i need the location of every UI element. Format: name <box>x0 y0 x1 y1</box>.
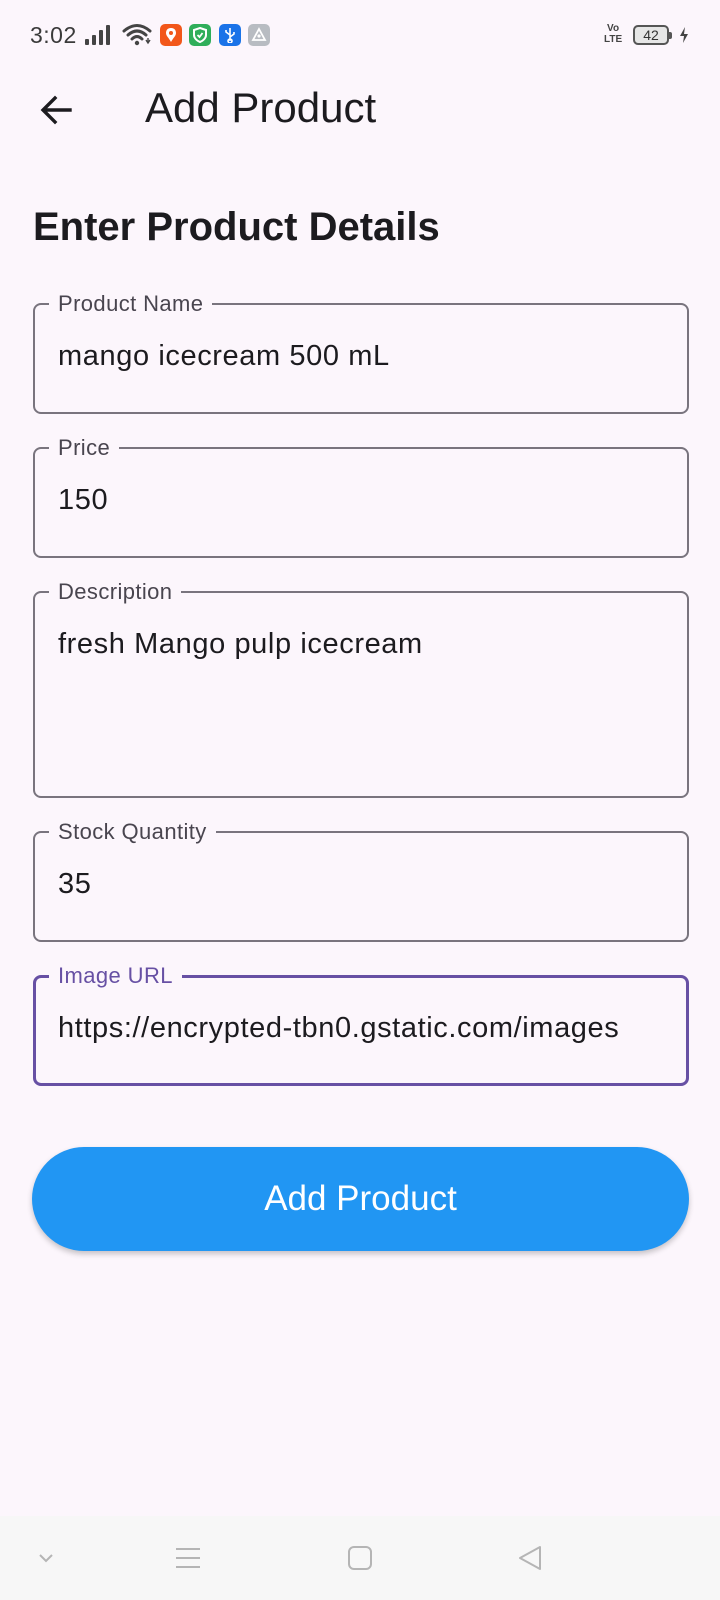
back-button[interactable] <box>28 82 84 138</box>
nav-home-button[interactable] <box>342 1540 378 1576</box>
status-bar: 3:02 Vo LTE 42 <box>0 0 720 72</box>
add-product-button-label: Add Product <box>264 1179 457 1218</box>
image-url-field[interactable]: Image URL https://encrypted-tbn0.gstatic… <box>33 963 689 1086</box>
usb-icon <box>219 24 241 46</box>
charging-icon <box>678 26 690 49</box>
nav-recents-button[interactable] <box>170 1540 206 1576</box>
image-url-label: Image URL <box>49 963 182 989</box>
stock-quantity-label: Stock Quantity <box>49 819 216 845</box>
system-nav-bar <box>0 1516 720 1600</box>
product-name-label: Product Name <box>49 291 213 317</box>
page-title: Add Product <box>145 84 377 131</box>
add-product-button[interactable]: Add Product <box>32 1147 689 1251</box>
back-triangle-icon <box>519 1546 541 1570</box>
arrow-back-icon <box>40 95 72 125</box>
volte-label-bottom: LTE <box>604 34 623 45</box>
price-label: Price <box>49 435 120 461</box>
chevron-down-icon <box>39 1554 53 1563</box>
signal-icon <box>84 24 114 51</box>
image-url-value: https://encrypted-tbn0.gstatic.com/image… <box>58 1012 620 1044</box>
menu-icon <box>176 1548 200 1568</box>
volte-indicator: Vo LTE <box>604 23 622 45</box>
price-field[interactable]: Price 150 <box>33 435 689 558</box>
battery-icon: 42 <box>633 25 672 45</box>
stock-quantity-value: 35 <box>58 868 92 900</box>
home-square-icon <box>348 1546 372 1570</box>
nav-collapse-button[interactable] <box>28 1540 64 1576</box>
app-notification-green-shield-icon <box>189 24 211 46</box>
status-time: 3:02 <box>30 22 77 48</box>
product-name-value: mango icecream 500 mL <box>58 340 390 372</box>
product-name-field[interactable]: Product Name mango icecream 500 mL <box>33 291 689 414</box>
app-notification-orange-icon <box>160 24 182 46</box>
volte-label-top: Vo <box>607 23 620 34</box>
description-label: Description <box>49 579 182 605</box>
stock-quantity-field[interactable]: Stock Quantity 35 <box>33 819 689 942</box>
form-heading: Enter Product Details <box>33 205 440 249</box>
nav-back-button[interactable] <box>512 1540 548 1576</box>
wifi-icon <box>122 23 152 52</box>
battery-level: 42 <box>643 27 659 43</box>
app-notification-grey-icon <box>248 24 270 46</box>
description-value: fresh Mango pulp icecream <box>58 628 423 660</box>
app-bar: Add Product <box>0 72 720 148</box>
description-field[interactable]: Description fresh Mango pulp icecream <box>33 579 689 798</box>
price-value: 150 <box>58 484 109 516</box>
